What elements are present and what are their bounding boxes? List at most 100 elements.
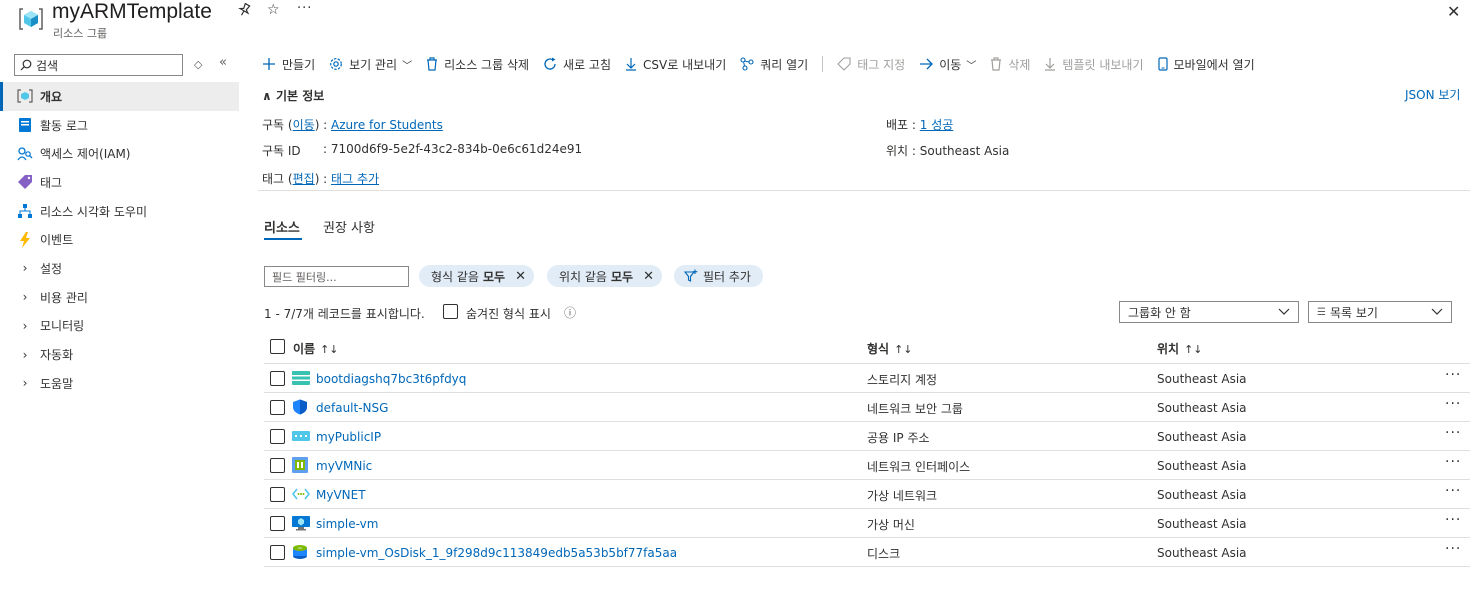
page-subtitle: 리소스 그룹 (53, 27, 108, 40)
resource-group-icon (18, 6, 44, 32)
select-all-checkbox[interactable] (270, 339, 285, 357)
visualizer-icon (17, 203, 33, 219)
tags-label: 태그 (262, 172, 285, 186)
refresh-button[interactable]: 새로 고침 (543, 56, 611, 73)
overview-icon (17, 88, 33, 104)
table-row[interactable]: bootdiagshq7bc3t6pfdyq 스토리지 계정 Southeast… (264, 364, 1470, 393)
filter-add-icon (684, 269, 698, 283)
more-options-icon[interactable]: ··· (297, 1, 312, 16)
sidebar-item-settings[interactable]: › 설정 (0, 254, 239, 283)
column-header-location[interactable]: 위치 ↑↓ (1157, 340, 1203, 357)
sidebar-item-help[interactable]: › 도움말 (0, 369, 239, 398)
row-more-icon[interactable]: ··· (1445, 483, 1461, 499)
row-checkbox[interactable] (270, 400, 285, 415)
row-checkbox[interactable] (270, 516, 285, 531)
row-checkbox[interactable] (270, 429, 285, 444)
sidebar-item-iam[interactable]: 액세스 제어(IAM) (0, 139, 239, 168)
diamond-icon[interactable]: ◇ (194, 58, 202, 71)
checkbox[interactable] (270, 339, 285, 354)
row-more-icon[interactable]: ··· (1445, 541, 1461, 557)
resource-name-link[interactable]: bootdiagshq7bc3t6pfdyq (316, 372, 466, 386)
export-csv-label: CSV로 내보내기 (643, 57, 727, 72)
create-button[interactable]: 만들기 (262, 56, 315, 73)
delete-resource-group-button[interactable]: 리소스 그룹 삭제 (426, 56, 529, 73)
resource-name-link[interactable]: myVMNic (316, 459, 372, 473)
delete-button[interactable]: 삭제 (990, 56, 1030, 73)
sidebar-item-overview[interactable]: 개요 (0, 82, 239, 111)
resource-name-link[interactable]: simple-vm (316, 517, 378, 531)
table-row[interactable]: myVMNic 네트워크 인터페이스 Southeast Asia ··· (264, 451, 1470, 480)
checkbox[interactable] (443, 304, 458, 319)
view-select[interactable]: ☰ 목록 보기 (1308, 301, 1452, 323)
sidebar-item-visualizer[interactable]: 리소스 시각화 도우미 (0, 197, 239, 226)
shield-icon (292, 399, 308, 415)
sidebar-item-label: 모니터링 (40, 319, 85, 334)
row-more-icon[interactable]: ··· (1445, 425, 1461, 441)
collapse-sidebar-icon[interactable]: « (219, 55, 227, 70)
tab-resources[interactable]: 리소스 (264, 217, 300, 236)
sidebar-item-tags[interactable]: 태그 (0, 168, 239, 197)
row-more-icon[interactable]: ··· (1445, 454, 1461, 470)
tags-edit-link[interactable]: 편집 (293, 172, 315, 186)
resource-type: 디스크 (867, 547, 901, 561)
row-checkbox[interactable] (270, 545, 285, 560)
command-bar: 만들기 보기 관리 ﹀ 리소스 그룹 삭제 새로 고침 CSV로 내보내기 쿼리… (262, 53, 1269, 75)
row-more-icon[interactable]: ··· (1445, 512, 1461, 528)
location-filter-pill[interactable]: 위치 같음 모두 ✕ (547, 265, 662, 287)
type-filter-pill[interactable]: 형식 같음 모두 ✕ (419, 265, 534, 287)
lightning-icon (17, 231, 33, 248)
resource-name-link[interactable]: simple-vm_OsDisk_1_9f298d9c113849edb5a53… (316, 546, 677, 560)
json-view-link[interactable]: JSON 보기 (1405, 86, 1460, 103)
column-header-name[interactable]: 이름 ↑↓ (293, 340, 339, 357)
row-checkbox[interactable] (270, 458, 285, 473)
tab-recommendations[interactable]: 권장 사항 (323, 217, 375, 236)
row-checkbox[interactable] (270, 487, 285, 502)
add-filter-button[interactable]: 필터 추가 (674, 265, 763, 287)
table-row[interactable]: simple-vm 가상 머신 Southeast Asia ··· (264, 509, 1470, 538)
table-row[interactable]: myPublicIP 공용 IP 주소 Southeast Asia ··· (264, 422, 1470, 451)
sidebar-item-events[interactable]: 이벤트 (0, 225, 239, 254)
sidebar-search-input[interactable]: 검색 (14, 54, 183, 76)
row-more-icon[interactable]: ··· (1445, 367, 1461, 383)
grouping-select[interactable]: 그룹화 안 함 (1119, 301, 1299, 323)
manage-view-button[interactable]: 보기 관리 ﹀ (329, 56, 412, 73)
row-more-icon[interactable]: ··· (1445, 396, 1461, 412)
pin-icon[interactable] (238, 2, 251, 21)
subscription-link[interactable]: Azure for Students (331, 118, 443, 132)
favorite-star-icon[interactable]: ☆ (267, 2, 280, 18)
trash-icon (426, 57, 438, 71)
column-header-type[interactable]: 형식 ↑↓ (867, 340, 913, 357)
resource-location: Southeast Asia (1157, 459, 1247, 473)
row-checkbox[interactable] (270, 371, 285, 386)
deployment-link[interactable]: 1 성공 (920, 118, 954, 132)
close-icon[interactable]: ✕ (515, 269, 526, 284)
open-mobile-button[interactable]: 모바일에서 열기 (1157, 56, 1255, 73)
move-button[interactable]: 이동 ﹀ (919, 56, 976, 73)
resource-name-link[interactable]: myPublicIP (316, 430, 381, 444)
show-hidden-checkbox[interactable] (443, 304, 458, 322)
table-row[interactable]: simple-vm_OsDisk_1_9f298d9c113849edb5a53… (264, 538, 1470, 567)
open-query-button[interactable]: 쿼리 열기 (740, 56, 808, 73)
assign-tags-button[interactable]: 태그 지정 (837, 56, 905, 73)
sidebar-item-monitoring[interactable]: › 모니터링 (0, 312, 239, 341)
location-label: 위치 (886, 144, 909, 158)
resource-name-link[interactable]: default-NSG (316, 401, 388, 415)
subscription-move-link[interactable]: 이동 (293, 118, 315, 132)
essentials-toggle[interactable]: ∧ 기본 정보 (262, 87, 324, 104)
field-filter-input[interactable]: 필드 필터링... (264, 266, 409, 287)
close-icon[interactable]: ✕ (643, 269, 654, 284)
arrow-right-icon (919, 58, 934, 70)
close-icon[interactable]: ✕ (1447, 2, 1460, 21)
sidebar-item-cost-management[interactable]: › 비용 관리 (0, 283, 239, 312)
add-tags-link[interactable]: 태그 추가 (331, 172, 379, 186)
sidebar-item-automation[interactable]: › 자동화 (0, 340, 239, 369)
export-template-button[interactable]: 템플릿 내보내기 (1044, 56, 1144, 73)
subscription-row: 구독 (이동) : Azure for Students (262, 118, 443, 132)
table-row[interactable]: MyVNET 가상 네트워크 Southeast Asia ··· (264, 480, 1470, 509)
resource-name-link[interactable]: MyVNET (316, 488, 366, 502)
resource-location: Southeast Asia (1157, 401, 1247, 415)
table-row[interactable]: default-NSG 네트워크 보안 그룹 Southeast Asia ··… (264, 393, 1470, 422)
info-icon[interactable]: ⓘ (564, 304, 576, 321)
sidebar-item-activity-log[interactable]: 활동 로그 (0, 111, 239, 140)
export-csv-button[interactable]: CSV로 내보내기 (625, 56, 726, 73)
